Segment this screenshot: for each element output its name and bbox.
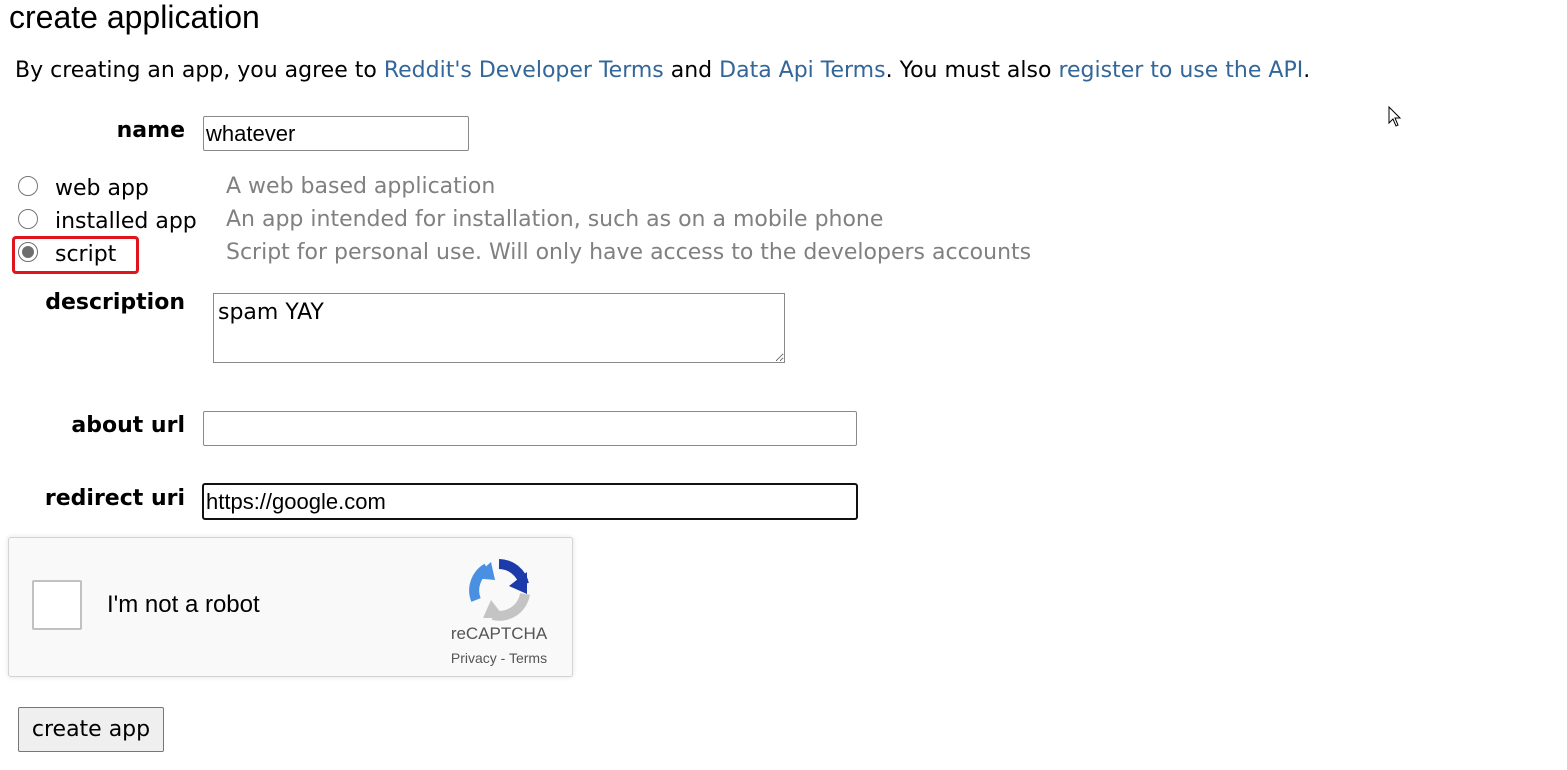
recaptcha-label: I'm not a robot	[107, 591, 260, 618]
radio-label-web-app: web app	[55, 176, 149, 201]
data-api-terms-link[interactable]: Data Api Terms	[719, 58, 885, 83]
terms-and: and	[663, 58, 720, 83]
recaptcha-checkbox[interactable]	[32, 580, 82, 630]
mouse-cursor-icon	[1388, 106, 1402, 127]
app-type-installed[interactable]: installed app	[18, 207, 218, 237]
script-highlight-box	[12, 236, 139, 274]
page-title: create application	[9, 0, 260, 35]
recaptcha-widget: I'm not a robot reCAPTCHA Privacy - Term…	[8, 537, 573, 677]
terms-suffix: .	[1303, 58, 1311, 83]
redirect-uri-label: redirect uri	[44, 486, 185, 511]
about-url-input[interactable]	[203, 411, 857, 446]
script-description: Script for personal use. Will only have …	[226, 240, 1032, 265]
about-url-label: about url	[71, 413, 185, 438]
terms-prefix: By creating an app, you agree to	[15, 58, 384, 83]
recaptcha-brand: reCAPTCHA	[450, 624, 548, 643]
recaptcha-separator: -	[496, 650, 509, 666]
create-application-page: create application By creating an app, y…	[0, 0, 1567, 770]
web-app-description: A web based application	[226, 174, 496, 199]
recaptcha-privacy-link[interactable]: Privacy	[451, 650, 497, 666]
redirect-uri-input[interactable]	[202, 483, 858, 520]
app-type-web[interactable]: web app	[18, 174, 218, 204]
terms-middle: . You must also	[885, 58, 1059, 83]
radio-installed-app[interactable]	[18, 209, 38, 229]
name-input[interactable]	[203, 116, 469, 151]
radio-web-app[interactable]	[18, 176, 38, 196]
name-label: name	[116, 118, 185, 143]
recaptcha-links: Privacy - Terms	[429, 649, 569, 667]
developer-terms-link[interactable]: Reddit's Developer Terms	[384, 58, 664, 83]
terms-notice: By creating an app, you agree to Reddit'…	[15, 57, 1310, 85]
register-api-link[interactable]: register to use the API	[1058, 58, 1303, 83]
radio-label-installed-app: installed app	[55, 209, 197, 234]
recaptcha-logo-icon	[469, 559, 530, 621]
description-label: description	[45, 290, 185, 315]
installed-app-description: An app intended for installation, such a…	[226, 207, 884, 232]
create-app-button[interactable]: create app	[18, 707, 164, 752]
description-textarea[interactable]: spam YAY	[213, 293, 785, 363]
recaptcha-terms-link[interactable]: Terms	[509, 650, 547, 666]
